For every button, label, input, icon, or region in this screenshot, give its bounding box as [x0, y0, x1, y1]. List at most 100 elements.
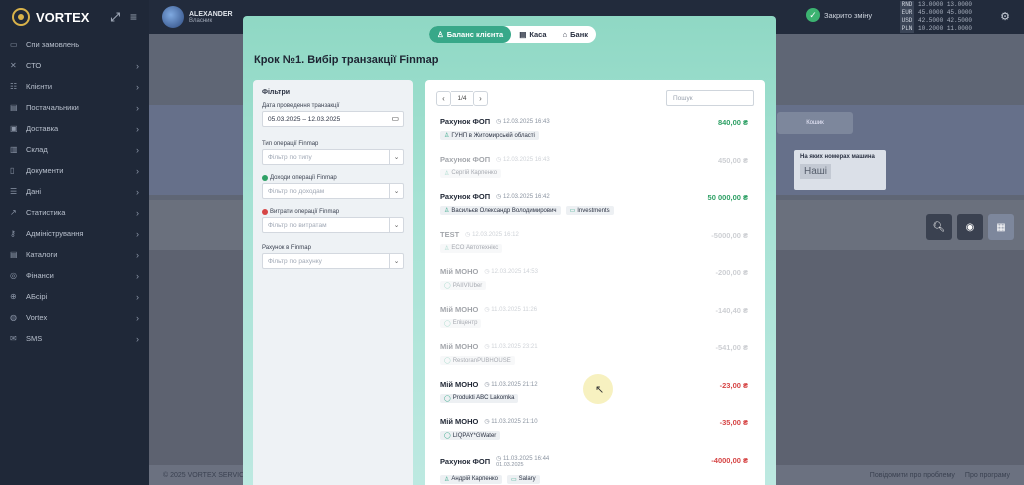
person-icon: ♙ — [444, 133, 450, 139]
transaction-amount: 50 000,00 ₴ — [707, 193, 748, 202]
rate-currency: RND — [900, 1, 914, 9]
sidebar-item[interactable]: ▥ Склад › — [0, 139, 149, 160]
user-profile[interactable]: ALEXANDER Власник — [162, 6, 233, 28]
transaction-account: Мій МОНО — [440, 417, 479, 426]
prev-page-icon[interactable]: ‹ — [436, 90, 451, 106]
transaction-date: 11.03.2025 11:26 — [491, 306, 538, 313]
transaction-tag: ◯ PAIIVIUber — [440, 281, 487, 290]
transaction-tag: ◯ Produkti ABC Lakomka — [440, 393, 519, 403]
income-filter-select[interactable]: Фільтр по доходам ⌄ — [262, 183, 404, 199]
transaction-tag: ◯ LIQPAY*GWater — [440, 431, 501, 440]
rate-row: USD 42.5000 42.5000 — [900, 17, 972, 25]
sidebar-item[interactable]: ◍ Vortex › — [0, 307, 149, 328]
sidebar-item[interactable]: ⚷ Адміністрування › — [0, 223, 149, 244]
clock-icon: ◷ — [496, 119, 503, 125]
sidebar-item[interactable]: ☷ Клієнти › — [0, 76, 149, 97]
comment-icon: ◯ — [444, 395, 451, 402]
transaction-row[interactable]: Рахунок ФОП ◷ 12.03.2025 16:43 450,00 ₴ ♙ Се… — [436, 151, 754, 189]
transaction-tag-text: Investments — [577, 207, 610, 214]
transaction-date: 11.03.2025 23:21 — [491, 344, 538, 350]
globe-icon: ⊕ — [10, 292, 17, 301]
chevron-down-icon[interactable]: ⌄ — [389, 184, 403, 198]
tab-bank[interactable]: ⌂ Банк — [555, 26, 596, 43]
sidebar-item-label: Дані — [26, 187, 42, 196]
account-filter-select[interactable]: Фільтр по рахунку ⌄ — [262, 253, 404, 269]
shift-status[interactable]: ✓ Закрито зміну — [806, 8, 872, 22]
tab-label: Каса — [529, 30, 547, 39]
exchange-rates: RND 13.0000 13.0000 EUR 45.0000 45.0000 USD 4… — [900, 1, 972, 33]
sidebar-item[interactable]: ▯ Документи › — [0, 160, 149, 181]
sidebar-item[interactable]: ▣ Доставка › — [0, 118, 149, 139]
clock-icon: ◷ — [496, 156, 503, 163]
rate-buy: 45.0000 — [918, 9, 944, 16]
report-problem-link[interactable]: Повідомити про проблему — [870, 472, 955, 479]
sidebar-item[interactable]: ↗ Статистика › — [0, 202, 149, 223]
sidebar-item[interactable]: ▤ Постачальники › — [0, 97, 149, 118]
sidebar-item-label: Cпи замовлень — [26, 40, 80, 49]
transaction-amount: 840,00 ₴ — [717, 118, 748, 127]
copyright: © 2025 VORTEX SERVICES — [163, 472, 254, 479]
sidebar-item[interactable]: ◎ Фінанси › — [0, 265, 149, 286]
sidebar-item[interactable]: ▤ Каталоги › — [0, 244, 149, 265]
chevron-down-icon[interactable]: ⌄ — [389, 254, 403, 268]
rate-buy: 10.2000 — [918, 25, 944, 32]
menu-icon[interactable]: ≡ — [130, 10, 137, 25]
sidebar-item[interactable]: ⊕ AБсірі › — [0, 286, 149, 307]
sidebar-item[interactable]: ✕ СТО › — [0, 55, 149, 76]
basket-button[interactable]: Кошик — [777, 112, 853, 134]
transaction-row[interactable]: Рахунок ФОП ◷ 12.03.2025 16:43 840,00 ₴ ♙ ГУ… — [436, 113, 754, 151]
mouse-pointer-icon: ↖ — [595, 384, 605, 396]
transaction-row[interactable]: Мій МОНО ◷ 12.03.2025 14:53 -200,00 ₴ ◯ PAII… — [436, 263, 754, 301]
transaction-amount: -200,00 ₴ — [715, 268, 748, 277]
transaction-account: Мій МОНО — [440, 304, 479, 314]
grid-icon[interactable]: ▦ — [988, 214, 1014, 240]
transaction-amount: -4000,00 ₴ — [711, 455, 748, 465]
rate-currency: PLN — [900, 25, 914, 33]
globe-icon[interactable]: ◉ — [957, 214, 983, 240]
transactions-panel: ‹ 1/4 › Пошук Рахунок ФОП ◷ 12.03.2025 16… — [425, 80, 765, 485]
sidebar-item-label: Документи — [26, 166, 64, 175]
transaction-tags: ◯ RestoranPUBHOUSE — [440, 356, 515, 365]
transaction-row[interactable]: Мій МОНО ◷ 11.03.2025 21:10 -35,00 ₴ ◯ LIQPA… — [436, 413, 754, 451]
person-icon: ♙ — [444, 208, 450, 214]
next-page-icon[interactable]: › — [473, 90, 488, 106]
search-input[interactable]: Пошук — [666, 90, 754, 106]
sidebar-item[interactable]: ☰ Дані › — [0, 181, 149, 202]
transaction-header: TEST ◷ 12.03.2025 16:12 — [440, 230, 519, 239]
chevron-down-icon[interactable]: ⌄ — [389, 150, 403, 164]
type-filter-select[interactable]: Фільтр по типу ⌄ — [262, 149, 404, 165]
transaction-tag: ♙ ГУНП в Житомирській області — [440, 131, 539, 140]
date-range-input[interactable]: 05.03.2025 – 12.03.2025 ▭ — [262, 111, 404, 127]
transaction-row[interactable]: TEST ◷ 12.03.2025 16:12 -5000,00 ₴ ♙ ECO Авт… — [436, 226, 754, 264]
tab-cash-register[interactable]: ▤ Каса — [511, 26, 554, 43]
transaction-row[interactable]: Рахунок ФОП ◷ 12.03.2025 16:42 50 000,00 ₴… — [436, 188, 754, 226]
search-icon[interactable]: 🔍︎ — [926, 214, 952, 240]
comment-icon: ◯ — [444, 358, 451, 364]
transaction-row[interactable]: Мій МОНО ◷ 11.03.2025 23:21 -541,00 ₴ ◯ Rest… — [436, 338, 754, 376]
tab-person[interactable]: ♙ Баланс клієнта — [429, 26, 512, 43]
transaction-row[interactable]: Мій МОНО ◷ 11.03.2025 11:26 -140,40 ₴ ◯ Епіц… — [436, 301, 754, 339]
sidebar-item-label: AБсірі — [26, 292, 48, 301]
transaction-row[interactable]: Рахунок ФОП ◷ 11.03.2025 16:44 01.03.2025 -… — [436, 451, 754, 485]
tab-label: Банк — [570, 30, 588, 39]
settings-gear-icon[interactable]: ⚙ — [1000, 10, 1010, 23]
brand-logo[interactable]: VORTEX ⤢ ≡ — [0, 0, 149, 34]
plates-box-value[interactable]: Наші — [800, 164, 832, 179]
user-name: ALEXANDER — [189, 10, 233, 18]
chevron-right-icon: › — [136, 249, 139, 260]
transaction-date: 12.03.2025 16:43 — [503, 156, 550, 163]
transaction-date-block: ◷ 12.03.2025 14:53 — [484, 268, 538, 275]
sidebar-item[interactable]: ✉ SMS › — [0, 328, 149, 349]
expense-filter-select[interactable]: Фільтр по витратам ⌄ — [262, 217, 404, 233]
expand-icon[interactable]: ⤢ — [110, 10, 120, 25]
transaction-amount: -5000,00 ₴ — [711, 230, 748, 240]
chevron-right-icon: › — [136, 144, 139, 155]
account-filter-placeholder: Фільтр по рахунку — [268, 257, 322, 265]
transaction-date-block: ◷ 11.03.2025 23:21 — [484, 343, 537, 350]
sms-icon: ✉ — [10, 334, 17, 343]
chevron-down-icon[interactable]: ⌄ — [389, 218, 403, 232]
expense-dot-icon — [262, 209, 268, 215]
calendar-icon[interactable]: ▭ — [391, 114, 399, 123]
about-link[interactable]: Про програму — [965, 472, 1010, 479]
sidebar-item[interactable]: ▭ Cпи замовлень — [0, 34, 149, 55]
